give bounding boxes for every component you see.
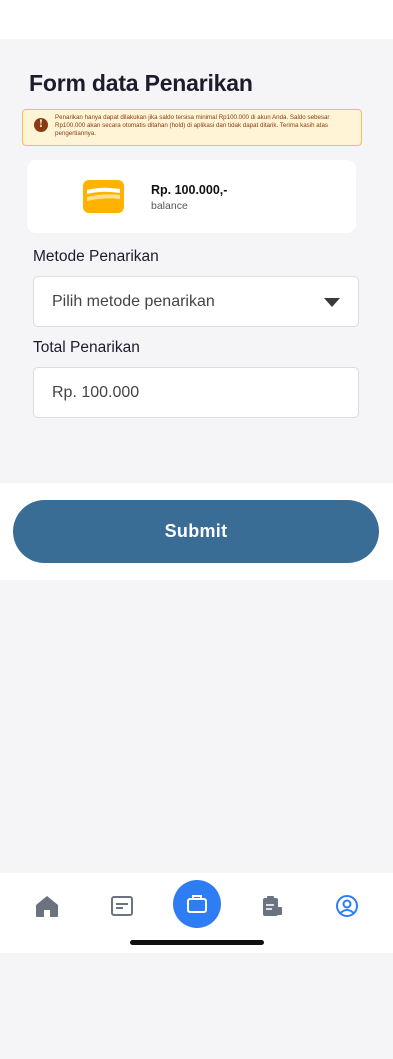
chevron-down-icon <box>324 298 340 307</box>
select-placeholder: Pilih metode penarikan <box>52 293 215 310</box>
method-label: Metode Penarikan <box>33 248 159 265</box>
news-icon <box>111 896 133 916</box>
briefcase-icon <box>187 895 207 913</box>
home-icon <box>36 896 58 917</box>
bottom-navigation <box>0 873 393 953</box>
status-bar-area <box>0 0 393 39</box>
profile-icon <box>336 895 358 917</box>
submit-section: Submit <box>0 483 393 580</box>
nav-home[interactable] <box>34 893 60 919</box>
nav-report[interactable] <box>259 893 285 919</box>
notice-text: Penarikan hanya dapat dilakukan jika sal… <box>55 114 330 137</box>
bottom-background <box>0 953 393 1059</box>
page-title: Form data Penarikan <box>29 70 253 96</box>
nav-withdrawal[interactable] <box>173 880 221 928</box>
info-icon: ! <box>34 118 48 132</box>
balance-amount: Rp. 100.000,- <box>151 183 228 197</box>
withdrawal-form-section: Form data Penarikan ! Penarikan hanya da… <box>0 39 393 483</box>
report-icon <box>263 896 282 916</box>
total-label: Total Penarikan <box>33 339 140 356</box>
total-amount-input[interactable] <box>33 367 359 418</box>
nav-profile[interactable] <box>334 893 360 919</box>
nav-news[interactable] <box>109 893 135 919</box>
submit-button[interactable]: Submit <box>13 500 379 563</box>
balance-card: Rp. 100.000,- balance <box>27 160 356 233</box>
withdrawal-notice: ! Penarikan hanya dapat dilakukan jika s… <box>22 109 362 146</box>
withdrawal-method-select[interactable]: Pilih metode penarikan <box>33 276 359 327</box>
home-indicator <box>130 940 264 945</box>
wallet-icon <box>83 180 124 213</box>
balance-label: balance <box>151 200 188 212</box>
